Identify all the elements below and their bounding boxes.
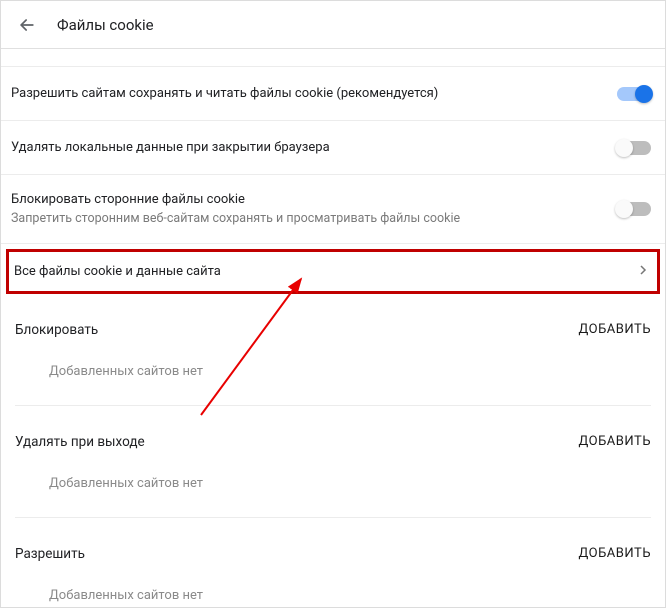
arrow-left-icon [17, 15, 37, 35]
section-title: Блокировать [15, 322, 579, 338]
section-title: Удалять при выходе [15, 434, 579, 450]
chevron-right-icon [639, 264, 647, 279]
setting-clear-on-exit: Удалять локальные данные при закрытии бр… [1, 121, 665, 175]
setting-subtitle: Запретить сторонним веб-сайтам сохранять… [11, 211, 617, 227]
page-title: Файлы cookie [57, 16, 154, 34]
toggle-knob [615, 200, 633, 218]
section-head: Разрешить ДОБАВИТЬ [15, 518, 651, 568]
page-header: Файлы cookie [1, 1, 665, 49]
setting-allow-cookies: Разрешить сайтам сохранять и читать файл… [1, 67, 665, 121]
toggle-allow-cookies[interactable] [617, 87, 651, 101]
setting-title: Разрешить сайтам сохранять и читать файл… [11, 85, 617, 103]
toggle-knob [635, 85, 653, 103]
add-button[interactable]: ДОБАВИТЬ [579, 546, 651, 561]
back-button[interactable] [15, 13, 39, 37]
section-block: Блокировать ДОБАВИТЬ Добавленных сайтов … [1, 294, 665, 406]
toggle-block-third-party[interactable] [617, 202, 651, 216]
setting-title: Удалять локальные данные при закрытии бр… [11, 139, 617, 157]
spacer [1, 49, 665, 67]
section-head: Блокировать ДОБАВИТЬ [15, 294, 651, 344]
setting-title: Блокировать сторонние файлы cookie [11, 191, 617, 209]
section-empty-text: Добавленных сайтов нет [15, 568, 651, 608]
link-all-cookies-and-site-data[interactable]: Все файлы cookie и данные сайта [6, 249, 660, 294]
section-delete-on-exit: Удалять при выходе ДОБАВИТЬ Добавленных … [1, 406, 665, 518]
add-button[interactable]: ДОБАВИТЬ [579, 322, 651, 337]
section-allow: Разрешить ДОБАВИТЬ Добавленных сайтов не… [1, 518, 665, 608]
section-title: Разрешить [15, 546, 579, 562]
add-button[interactable]: ДОБАВИТЬ [579, 434, 651, 449]
section-empty-text: Добавленных сайтов нет [15, 456, 651, 518]
section-head: Удалять при выходе ДОБАВИТЬ [15, 406, 651, 456]
link-title: Все файлы cookie и данные сайта [14, 264, 639, 279]
toggle-knob [615, 139, 633, 157]
section-empty-text: Добавленных сайтов нет [15, 344, 651, 406]
toggle-clear-on-exit[interactable] [617, 141, 651, 155]
setting-block-third-party: Блокировать сторонние файлы cookie Запре… [1, 175, 665, 244]
